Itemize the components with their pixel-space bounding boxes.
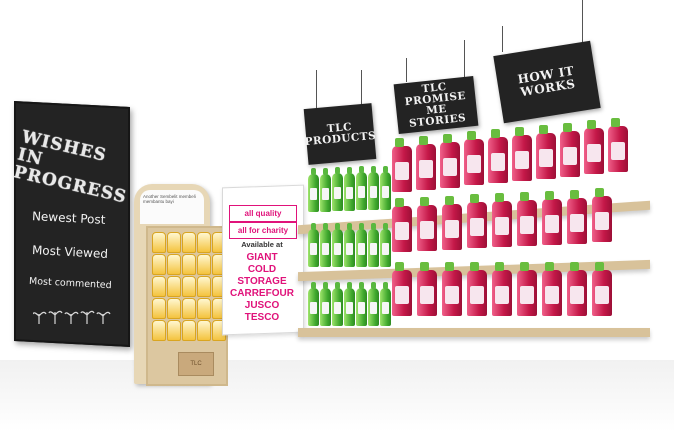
sachet-product — [197, 298, 211, 319]
green-bottle-product — [308, 168, 319, 212]
sachet-product — [152, 320, 166, 341]
red-bottle-product — [467, 262, 487, 316]
sprout-doodle-icon — [33, 310, 111, 324]
green-bottle-product — [320, 282, 331, 326]
quality-tag: all quality — [229, 205, 297, 222]
green-bottle-product — [368, 223, 379, 267]
red-bottle-product — [517, 192, 537, 246]
stand-product-box: TLC — [178, 352, 214, 376]
red-bottle-product — [567, 189, 587, 244]
stand-header-card: Another Sembelit membeli membantu bayi — [140, 190, 204, 224]
tlc-products-sign[interactable]: TLC PRODUCTS — [303, 103, 377, 165]
red-bottle-product — [392, 262, 412, 316]
sachet-product — [197, 276, 211, 297]
stand-header-text: Another Sembelit membeli membantu bayi — [143, 194, 196, 204]
green-bottle-product — [356, 166, 367, 211]
sachet-product — [197, 254, 211, 275]
red-bottle-product — [416, 135, 436, 190]
green-bottle-product — [380, 282, 391, 326]
green-bottle-product — [344, 282, 355, 326]
red-bottle-product — [442, 262, 462, 316]
red-bottle-product — [417, 196, 437, 251]
sachet-product — [182, 276, 196, 297]
store-list: GIANT COLD STORAGE CARREFOUR JUSCO TESCO — [230, 252, 294, 323]
green-bottle-product — [356, 282, 367, 326]
green-bottle-product — [344, 223, 355, 267]
green-bottle-product — [344, 166, 355, 211]
sachet-product — [182, 298, 196, 319]
green-bottle-product — [380, 165, 391, 210]
sachet-product — [167, 320, 181, 341]
sign-wire — [406, 58, 407, 82]
sign-wire — [502, 26, 503, 52]
floor-reflection — [0, 360, 674, 432]
red-bottle-product — [467, 194, 487, 249]
sachet-product — [167, 298, 181, 319]
red-bottle-product — [464, 131, 484, 186]
red-bottle-product — [392, 138, 412, 192]
how-it-works-sign[interactable]: HOW IT WORKS — [493, 40, 601, 124]
sachet-product — [182, 254, 196, 275]
green-bottle-product — [380, 223, 391, 267]
charity-tag: all for charity — [229, 222, 297, 239]
available-at-label: Available at — [241, 240, 283, 249]
sachet-product — [152, 276, 166, 297]
red-bottle-product — [542, 262, 562, 316]
red-bottle-product — [442, 195, 462, 250]
sign-wire — [361, 70, 362, 108]
sachet-product — [182, 232, 196, 253]
green-bottle-product — [356, 223, 367, 267]
sachet-product — [152, 232, 166, 253]
sachet-product — [182, 320, 196, 341]
red-bottle-product — [512, 127, 532, 181]
green-bottle-product — [368, 282, 379, 326]
red-bottle-product — [417, 262, 437, 316]
shelf-bottom — [298, 328, 650, 337]
red-bottle-product — [392, 198, 412, 252]
sachet-product — [197, 232, 211, 253]
red-bottle-product — [492, 193, 512, 248]
green-bottle-product — [320, 223, 331, 267]
sachet-product — [152, 298, 166, 319]
sachet-product — [152, 254, 166, 275]
red-bottle-product — [492, 262, 512, 316]
red-bottle-product — [592, 262, 612, 316]
sachet-product — [197, 320, 211, 341]
sachet-product — [167, 276, 181, 297]
red-bottle-product — [584, 120, 604, 175]
sachet-product — [167, 254, 181, 275]
red-bottle-product — [608, 118, 628, 173]
sign-wire — [464, 40, 465, 80]
red-bottle-product — [440, 133, 460, 188]
green-bottle-product — [308, 223, 319, 267]
green-bottle-product — [332, 167, 343, 212]
red-bottle-product — [542, 190, 562, 245]
red-bottle-product — [560, 122, 580, 177]
sachet-product — [167, 232, 181, 253]
sign-wire — [316, 70, 317, 108]
green-bottle-product — [332, 223, 343, 267]
red-bottle-product — [536, 124, 556, 179]
green-bottle-product — [308, 282, 319, 326]
red-bottle-product — [592, 188, 612, 243]
green-bottle-product — [332, 282, 343, 326]
red-bottle-product — [567, 262, 587, 316]
red-bottle-product — [488, 129, 508, 184]
red-bottle-product — [517, 262, 537, 316]
green-bottle-product — [320, 167, 331, 212]
tlc-promise-stories-sign[interactable]: TLC PROMISE ME STORIES — [393, 75, 479, 135]
green-bottle-product — [368, 166, 379, 210]
